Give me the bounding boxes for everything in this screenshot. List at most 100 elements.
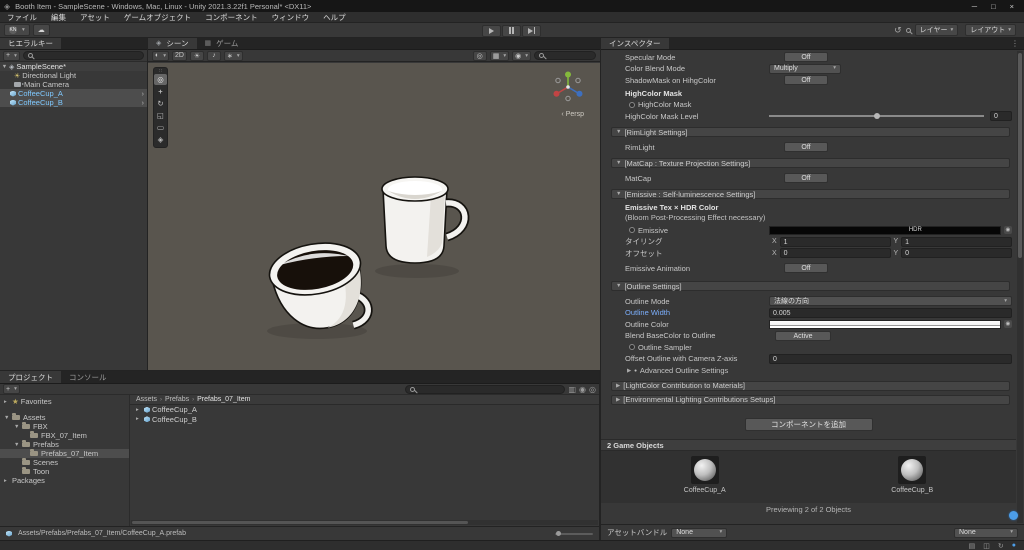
- transform-tool-button[interactable]: ◈: [154, 134, 167, 145]
- gizmos-dropdown[interactable]: ◉ ▾: [512, 50, 531, 61]
- offset-y-field[interactable]: 0: [901, 248, 1012, 258]
- file-item-coffeecup-b[interactable]: ▸ CoffeeCup_B: [130, 415, 599, 425]
- tree-item-directional-light[interactable]: ☀ Directional Light: [0, 71, 147, 80]
- inspector-menu-icon[interactable]: ⋮: [1011, 38, 1024, 49]
- prefab-open-arrow[interactable]: ›: [142, 89, 148, 98]
- tree-item-prefabs[interactable]: ▼ Prefabs: [0, 440, 129, 449]
- tree-item-scenes[interactable]: Scenes: [0, 458, 129, 467]
- tree-item-main-camera[interactable]: Main Camera: [0, 80, 147, 89]
- horizontal-scrollbar[interactable]: [131, 520, 598, 525]
- search-by-label-icon[interactable]: ◉: [579, 385, 586, 394]
- grid-dropdown[interactable]: ▦ ▾: [489, 50, 510, 61]
- specular-mode-toggle[interactable]: Off: [784, 52, 828, 62]
- tab-inspector[interactable]: インスペクター: [601, 38, 669, 49]
- shadowmask-toggle[interactable]: Off: [784, 75, 828, 85]
- foldout-arrow-icon[interactable]: ▼: [0, 64, 9, 70]
- emissive-animation-toggle[interactable]: Off: [784, 263, 828, 273]
- highcolor-mask-level-slider[interactable]: [769, 112, 984, 119]
- outline-mode-dropdown[interactable]: 法線の方向 ▾: [769, 296, 1012, 306]
- rimlight-toggle[interactable]: Off: [784, 142, 828, 152]
- offset-x-field[interactable]: 0: [779, 248, 891, 258]
- create-button[interactable]: + ▾: [3, 384, 20, 394]
- foldout-arrow-icon[interactable]: ▸: [0, 91, 13, 97]
- outline-color-field[interactable]: [769, 319, 1001, 329]
- 2d-toggle[interactable]: 2D: [172, 50, 187, 61]
- outline-settings-foldout[interactable]: ▼ [Outline Settings]: [611, 281, 1010, 291]
- step-button[interactable]: [522, 24, 541, 37]
- tree-item-scene[interactable]: ▼ ◈ SampleScene*: [0, 62, 147, 71]
- icon-size-slider[interactable]: [555, 530, 593, 536]
- menu-gameobject[interactable]: ゲームオブジェクト: [117, 12, 198, 23]
- preview-coffeecup-a[interactable]: CoffeeCup_A: [601, 451, 809, 503]
- status-console-icon[interactable]: ▤: [969, 542, 976, 550]
- preview-header[interactable]: 2 Game Objects: [601, 439, 1016, 451]
- tree-item-coffeecup-b[interactable]: ▸ CoffeeCup_B ›: [0, 98, 147, 107]
- minimize-button[interactable]: ─: [972, 2, 977, 11]
- scale-tool-button[interactable]: ◱: [154, 110, 167, 121]
- tab-hierarchy[interactable]: ヒエラルキー: [0, 38, 61, 49]
- tab-project[interactable]: プロジェクト: [0, 371, 61, 383]
- foldout-arrow-icon[interactable]: ▸: [0, 100, 13, 106]
- hidden-packages-icon[interactable]: ◎: [589, 385, 596, 394]
- tree-item-assets[interactable]: ▼ Assets: [0, 413, 129, 422]
- emissive-settings-foldout[interactable]: ▼ [Emissive : Self-luminescence Settings]: [611, 189, 1010, 199]
- tree-item-favorites[interactable]: ▸ ★ Favorites: [0, 397, 129, 406]
- file-item-coffeecup-a[interactable]: ▸ CoffeeCup_A: [130, 405, 599, 415]
- menu-component[interactable]: コンポーネント: [198, 12, 265, 23]
- status-progress-icon[interactable]: ●: [1012, 542, 1016, 550]
- menu-window[interactable]: ウィンドウ: [265, 12, 317, 23]
- breadcrumb-prefabs[interactable]: Prefabs: [165, 396, 189, 403]
- maximize-button[interactable]: □: [991, 2, 996, 11]
- highcolor-mask-level-field[interactable]: 0: [990, 111, 1012, 121]
- texture-slot[interactable]: [629, 344, 635, 350]
- tab-console[interactable]: コンソール: [61, 371, 115, 383]
- tiling-y-field[interactable]: 1: [901, 236, 1012, 247]
- status-cache-icon[interactable]: ◫: [983, 542, 990, 550]
- rotate-tool-button[interactable]: ↻: [154, 98, 167, 109]
- play-button[interactable]: [482, 24, 501, 37]
- tree-item-packages[interactable]: ▸ Packages: [0, 476, 129, 485]
- emissive-hdr-color-field[interactable]: HDR: [769, 225, 1001, 235]
- eyedropper-icon[interactable]: ◉: [1004, 226, 1012, 234]
- rect-tool-button[interactable]: ▭: [154, 122, 167, 133]
- layers-dropdown[interactable]: レイヤー ▾: [914, 24, 959, 36]
- lighting-toggle[interactable]: ☀: [189, 50, 204, 61]
- menu-assets[interactable]: アセット: [73, 12, 117, 23]
- scene-search-input[interactable]: [534, 51, 596, 60]
- outline-width-field[interactable]: 0.005: [769, 307, 1012, 318]
- texture-slot[interactable]: [629, 227, 635, 233]
- shading-mode-dropdown[interactable]: ◐ ▾: [152, 50, 169, 61]
- move-tool-button[interactable]: +: [154, 86, 167, 97]
- blend-basecolor-toggle[interactable]: Active: [775, 330, 831, 341]
- texture-slot[interactable]: [629, 101, 635, 108]
- close-button[interactable]: ×: [1010, 2, 1014, 11]
- cloud-activity-badge[interactable]: [1009, 511, 1018, 520]
- matcap-toggle[interactable]: Off: [784, 173, 828, 183]
- preview-coffeecup-b[interactable]: CoffeeCup_B: [809, 451, 1017, 503]
- eyedropper-icon[interactable]: ◉: [1004, 320, 1012, 328]
- menu-help[interactable]: ヘルプ: [316, 12, 353, 23]
- hierarchy-search-input[interactable]: [22, 51, 144, 60]
- status-refresh-icon[interactable]: ↻: [998, 542, 1004, 550]
- project-search-input[interactable]: [405, 384, 566, 394]
- advanced-outline-foldout[interactable]: ▶ • Advanced Outline Settings: [613, 366, 1012, 376]
- offset-outline-z-field[interactable]: 0: [769, 353, 1012, 364]
- overlay-grip-handle[interactable]: ∷: [154, 69, 167, 74]
- view-tool-button[interactable]: ◎: [154, 74, 167, 85]
- account-button[interactable]: KN ▾: [4, 24, 30, 36]
- lightcolor-contribution-foldout[interactable]: ▶ [LightColor Contribution to Materials]: [611, 380, 1010, 391]
- search-icon[interactable]: [905, 27, 911, 33]
- tab-game[interactable]: ▦ ゲーム: [197, 38, 247, 49]
- tree-item-coffeecup-a[interactable]: ▸ CoffeeCup_A ›: [0, 89, 147, 98]
- inspector-scrollbar[interactable]: [1017, 51, 1023, 523]
- environmental-lighting-foldout[interactable]: ▶ [Environmental Lighting Contributions S…: [611, 394, 1010, 405]
- search-by-type-icon[interactable]: ▥: [568, 385, 576, 394]
- rimlight-settings-foldout[interactable]: ▼ [RimLight Settings]: [611, 127, 1010, 137]
- assetbundle-name-dropdown[interactable]: None ▾: [671, 527, 728, 538]
- tree-item-toon[interactable]: Toon: [0, 467, 129, 476]
- tab-scene[interactable]: ◈ シーン: [148, 38, 197, 49]
- scene-visibility-toggle[interactable]: ◎: [472, 50, 487, 61]
- projection-label[interactable]: ‹ Persp: [561, 111, 584, 118]
- scene-canvas[interactable]: ∷ ◎ + ↻ ◱ ▭ ◈ ‹ Persp: [148, 63, 600, 370]
- assetbundle-variant-dropdown[interactable]: None ▾: [954, 527, 1018, 538]
